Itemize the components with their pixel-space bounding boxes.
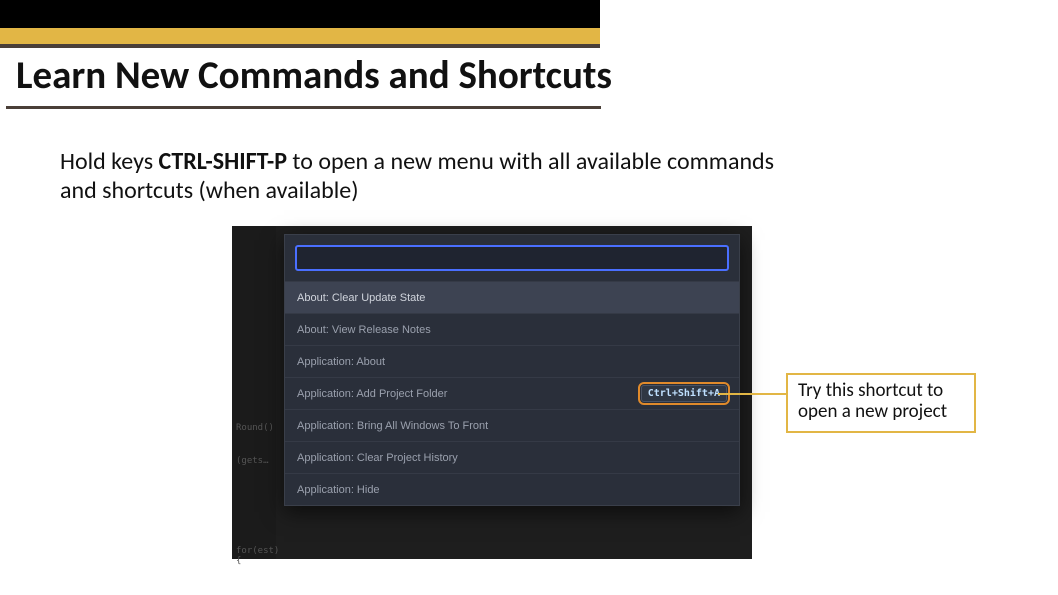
palette-item-release-notes[interactable]: About: View Release Notes [285, 313, 739, 345]
palette-item-label: Application: About [297, 356, 385, 368]
palette-item-about[interactable]: Application: About [285, 345, 739, 377]
intro-keys: CTRL-SHIFT-P [159, 147, 287, 176]
command-palette: About: Clear Update State About: View Re… [284, 234, 740, 506]
palette-item-label: Application: Clear Project History [297, 452, 458, 464]
band-gold [0, 28, 600, 44]
shortcut-badge-add-project: Ctrl+Shift+A [641, 385, 727, 402]
palette-item-label: About: Clear Update State [297, 292, 425, 304]
palette-item-label: Application: Hide [297, 484, 380, 496]
editor-gutter: Round() (gets… for(est) { [232, 226, 276, 559]
palette-item-add-project[interactable]: Application: Add Project Folder Ctrl+Shi… [285, 377, 739, 409]
callout-note: Try this shortcut to open a new project [786, 373, 976, 433]
callout-connector [718, 393, 786, 395]
palette-item-hide[interactable]: Application: Hide [285, 473, 739, 505]
band-dark [0, 44, 600, 48]
palette-item-clear-update[interactable]: About: Clear Update State [285, 281, 739, 313]
command-palette-list: About: Clear Update State About: View Re… [285, 281, 739, 505]
band-black [0, 0, 600, 28]
palette-item-clear-history[interactable]: Application: Clear Project History [285, 441, 739, 473]
page-title: Learn New Commands and Shortcuts [16, 52, 612, 99]
command-palette-input[interactable] [295, 245, 729, 271]
code-snip-3: for(est) { [236, 546, 279, 566]
code-snip-2: (gets… [236, 456, 269, 466]
header-band [0, 0, 600, 48]
editor-screenshot: Round() (gets… for(est) { About: Clear U… [232, 226, 752, 559]
code-snip-1: Round() [236, 423, 274, 433]
palette-item-label: Application: Bring All Windows To Front [297, 420, 488, 432]
palette-item-label: About: View Release Notes [297, 324, 431, 336]
intro-pre: Hold keys [60, 147, 159, 176]
palette-item-bring-front[interactable]: Application: Bring All Windows To Front [285, 409, 739, 441]
intro-text: Hold keys CTRL-SHIFT-P to open a new men… [60, 148, 800, 206]
title-underline [6, 106, 601, 109]
palette-item-label: Application: Add Project Folder [297, 388, 447, 400]
